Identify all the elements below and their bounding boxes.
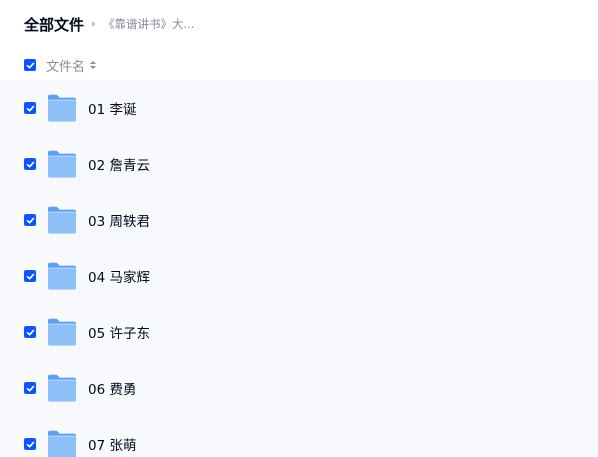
file-name: 05 许子东 — [88, 326, 150, 342]
list-item[interactable]: 01 李诞 — [0, 80, 598, 136]
row-checkbox[interactable] — [24, 438, 36, 450]
folder-icon — [48, 262, 76, 290]
folder-icon — [48, 318, 76, 346]
file-browser: 全部文件 《靠谱讲书》大... 文件名 01 李诞 02 詹青云 03 周轶君 … — [0, 0, 598, 457]
checkmark-icon — [26, 161, 34, 167]
folder-icon — [48, 206, 76, 234]
checkmark-icon — [26, 385, 34, 391]
column-header-filename[interactable]: 文件名 — [46, 56, 97, 75]
column-header-label: 文件名 — [46, 59, 86, 75]
checkmark-icon — [26, 62, 34, 68]
checkmark-icon — [26, 217, 34, 223]
row-checkbox[interactable] — [24, 214, 36, 226]
file-name: 07 张萌 — [88, 438, 137, 454]
folder-icon — [48, 430, 76, 457]
row-checkbox[interactable] — [24, 102, 36, 114]
file-name: 04 马家辉 — [88, 270, 150, 286]
row-checkbox[interactable] — [24, 382, 36, 394]
row-checkbox[interactable] — [24, 158, 36, 170]
list-item[interactable]: 04 马家辉 — [0, 248, 598, 304]
list-item[interactable]: 05 许子东 — [0, 304, 598, 360]
list-item[interactable]: 07 张萌 — [0, 416, 598, 457]
select-all-checkbox[interactable] — [24, 59, 36, 71]
list-header: 文件名 — [0, 52, 598, 78]
list-item[interactable]: 06 费勇 — [0, 360, 598, 416]
file-name: 01 李诞 — [88, 102, 137, 118]
breadcrumb: 全部文件 《靠谱讲书》大... — [24, 13, 194, 35]
sort-icon[interactable] — [90, 61, 97, 69]
file-list: 01 李诞 02 詹青云 03 周轶君 04 马家辉 05 许子东 06 费勇 … — [0, 80, 598, 457]
checkmark-icon — [26, 273, 34, 279]
file-name: 06 费勇 — [88, 382, 137, 398]
checkmark-icon — [26, 105, 34, 111]
file-name: 02 詹青云 — [88, 158, 150, 174]
list-item[interactable]: 02 詹青云 — [0, 136, 598, 192]
folder-icon — [48, 94, 76, 122]
file-name: 03 周轶君 — [88, 214, 150, 230]
row-checkbox[interactable] — [24, 270, 36, 282]
list-item[interactable]: 03 周轶君 — [0, 192, 598, 248]
folder-icon — [48, 150, 76, 178]
checkmark-icon — [26, 329, 34, 335]
breadcrumb-current[interactable]: 《靠谱讲书》大... — [103, 16, 194, 32]
checkmark-icon — [26, 441, 34, 447]
folder-icon — [48, 374, 76, 402]
breadcrumb-separator-icon — [92, 21, 97, 27]
breadcrumb-root[interactable]: 全部文件 — [24, 14, 84, 35]
row-checkbox[interactable] — [24, 326, 36, 338]
